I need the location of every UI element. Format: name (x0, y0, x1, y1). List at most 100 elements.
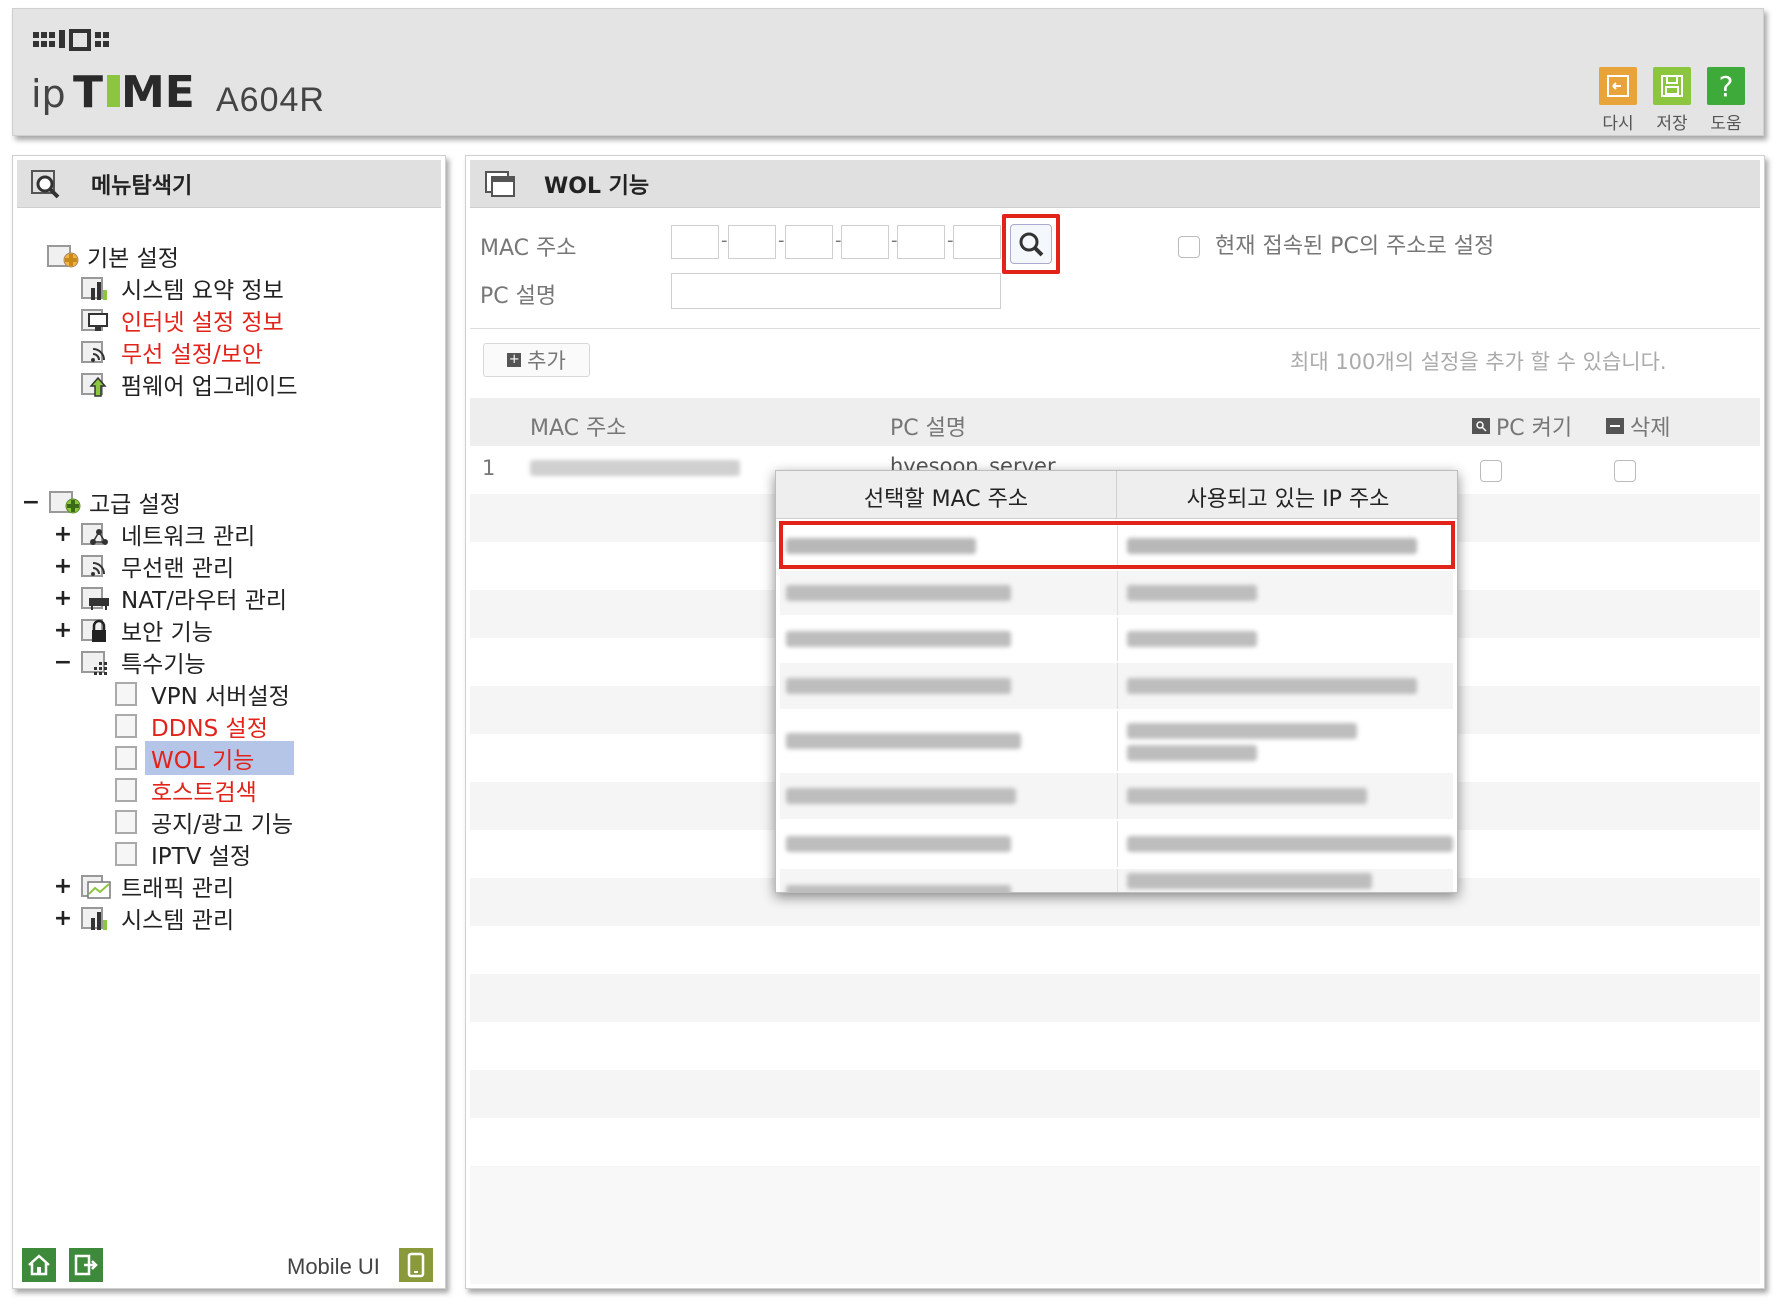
expand-toggle[interactable]: + (53, 874, 73, 899)
expand-toggle[interactable]: + (53, 586, 73, 611)
row-power-on-checkbox[interactable] (1480, 460, 1502, 482)
menu-wireless-security[interactable]: 무선 설정/보안 (81, 337, 263, 368)
menu-firmware-upgrade[interactable]: 펌웨어 업그레이드 (81, 369, 298, 400)
menu-explorer-title: 메뉴탐색기 (91, 173, 193, 199)
ip-redacted (1127, 631, 1257, 647)
menu-vpn-label: VPN 서버설정 (151, 684, 290, 710)
ip-redacted (1127, 836, 1453, 852)
mac-octet-4-input[interactable] (841, 225, 889, 259)
popup-device-row[interactable] (780, 773, 1453, 819)
popup-device-row[interactable] (780, 571, 1453, 615)
empty-row (470, 926, 1760, 974)
save-label: 저장 (1656, 114, 1688, 134)
empty-row (470, 1118, 1760, 1166)
tree-advanced-label: 고급 설정 (89, 492, 181, 518)
mobile-ui-button[interactable] (399, 1248, 433, 1282)
mac-octet-6-input[interactable] (953, 225, 1001, 259)
mac-select-popup: 선택할 MAC 주소 사용되고 있는 IP 주소 (775, 470, 1458, 893)
logout-button[interactable] (69, 1248, 103, 1282)
expand-toggle[interactable]: + (53, 618, 73, 643)
wol-title-bar: WOL 기능 (470, 160, 1760, 208)
row-delete-checkbox[interactable] (1614, 460, 1636, 482)
menu-internet-info[interactable]: 인터넷 설정 정보 (81, 305, 284, 336)
power-on-icon (1472, 418, 1490, 434)
page-icon (115, 842, 137, 866)
menu-host-search[interactable]: 호스트검색 (115, 775, 257, 806)
col-mac-header: MAC 주소 (530, 416, 627, 441)
selected-row-highlight (779, 521, 1455, 569)
tree-basic-settings[interactable]: 기본 설정 (47, 241, 179, 272)
expand-toggle[interactable]: + (53, 554, 73, 579)
wifi-icon (81, 338, 115, 366)
menu-ddns[interactable]: DDNS 설정 (115, 711, 268, 742)
mac-octet-5-input[interactable] (897, 225, 945, 259)
tree-network-management[interactable]: + 네트워크 관리 (53, 519, 256, 551)
save-button[interactable]: 저장 (1650, 67, 1694, 134)
page-icon (115, 682, 137, 706)
collapse-toggle[interactable]: − (53, 650, 73, 675)
tree-traffic[interactable]: + 트래픽 관리 (53, 871, 234, 903)
menu-ddns-label: DDNS 설정 (151, 716, 268, 742)
collapse-toggle[interactable]: − (21, 490, 41, 515)
popup-device-row[interactable] (780, 821, 1453, 867)
tree-basic-label: 기본 설정 (87, 246, 179, 272)
col-power-on-header[interactable]: PC 켜기 (1472, 410, 1572, 442)
menu-vpn-server[interactable]: VPN 서버설정 (115, 679, 290, 710)
expand-toggle[interactable]: + (53, 522, 73, 547)
add-button[interactable]: + 추가 (483, 343, 590, 377)
page-icon (115, 778, 137, 802)
cell-divider (1117, 821, 1118, 867)
tree-network-label: 네트워크 관리 (121, 524, 256, 550)
row-mac-redacted (530, 460, 740, 476)
expand-toggle[interactable]: + (53, 906, 73, 931)
tree-security[interactable]: + 보안 기능 (53, 615, 213, 647)
mac-search-button[interactable] (1010, 224, 1052, 264)
col-delete-label: 삭제 (1630, 416, 1671, 441)
tree-special-features[interactable]: − 특수기능 (53, 647, 206, 679)
popup-device-row[interactable] (780, 711, 1453, 771)
popup-device-row[interactable] (780, 869, 1453, 892)
cell-divider (1117, 571, 1118, 615)
undo-label: 다시 (1602, 114, 1634, 134)
folder-settings-icon (49, 488, 83, 516)
popup-device-row[interactable] (780, 617, 1453, 661)
home-button[interactable] (22, 1248, 56, 1282)
tree-wlan-management[interactable]: + 무선랜 관리 (53, 551, 234, 583)
svg-text:ip: ip (31, 72, 66, 116)
popup-device-row[interactable] (780, 663, 1453, 709)
pc-desc-input[interactable] (671, 273, 1001, 309)
ip-redacted (1127, 788, 1367, 804)
cell-divider (1117, 617, 1118, 661)
menu-system-summary-label: 시스템 요약 정보 (121, 278, 284, 304)
cell-divider (1117, 869, 1118, 892)
menu-wol[interactable]: WOL 기능 (115, 741, 295, 775)
col-desc-header: PC 설명 (890, 416, 967, 441)
page-icon (115, 746, 137, 770)
brand-mark-icon (33, 29, 109, 51)
use-current-pc-checkbox[interactable] (1178, 236, 1200, 258)
mac-redacted (786, 585, 1011, 601)
help-button[interactable]: ? 도움 (1704, 67, 1748, 134)
empty-row (470, 1022, 1760, 1070)
svg-text:ME: ME (121, 67, 195, 117)
window-icon (482, 169, 518, 199)
tree-system-management[interactable]: + 시스템 관리 (53, 903, 234, 935)
menu-iptv[interactable]: IPTV 설정 (115, 839, 251, 870)
menu-system-summary[interactable]: 시스템 요약 정보 (81, 273, 284, 304)
row-index: 1 (482, 456, 496, 480)
mac-octet-3-input[interactable] (785, 225, 833, 259)
home-icon (28, 1254, 50, 1276)
top-header: ip T ME A604R 다시 저장 ? 도움 (12, 8, 1764, 136)
undo-button[interactable]: 다시 (1596, 67, 1640, 134)
plus-icon: + (507, 352, 522, 367)
mac-redacted (786, 885, 1011, 892)
tree-special-label: 특수기능 (121, 652, 206, 678)
wol-title: WOL 기능 (544, 173, 650, 199)
iptime-logo: ip T ME (31, 67, 195, 117)
mac-octet-2-input[interactable] (728, 225, 776, 259)
tree-nat-router[interactable]: + NAT/라우터 관리 (53, 583, 287, 615)
tree-advanced-settings[interactable]: − 고급 설정 (21, 487, 181, 519)
mac-octet-1-input[interactable] (671, 225, 719, 259)
menu-notice-ad[interactable]: 공지/광고 기능 (115, 807, 293, 838)
col-delete-header[interactable]: 삭제 (1606, 410, 1670, 442)
